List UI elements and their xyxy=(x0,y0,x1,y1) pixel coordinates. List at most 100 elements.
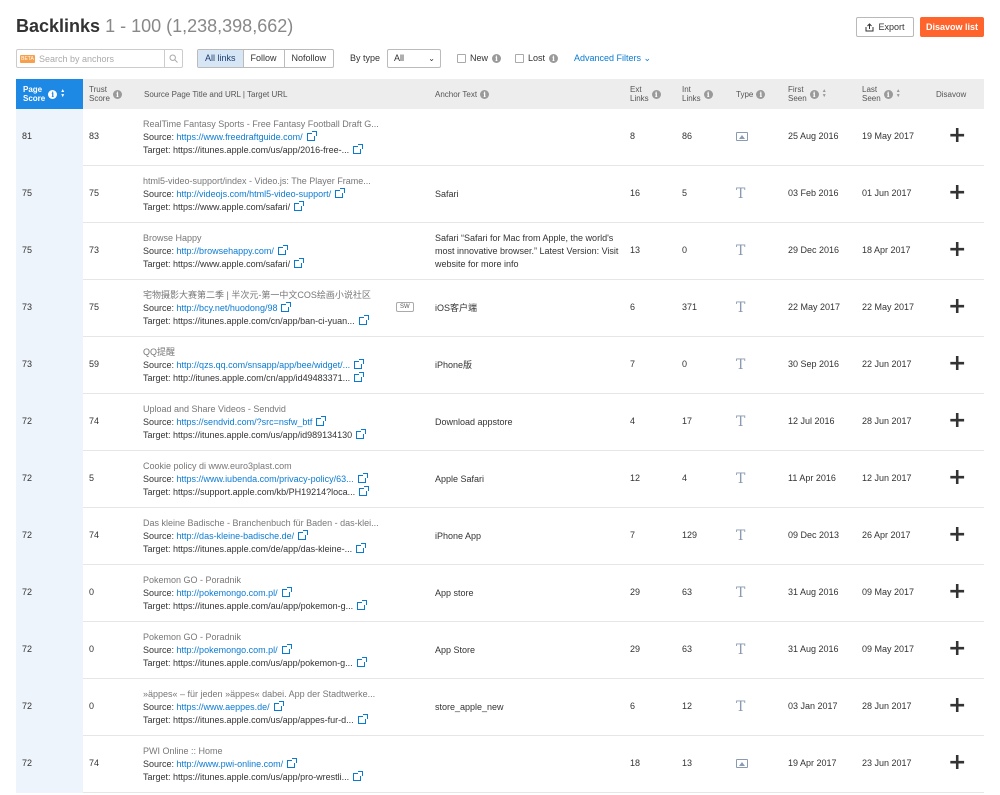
external-link-icon[interactable] xyxy=(277,245,288,255)
trust-score-value: 0 xyxy=(89,644,95,654)
source-url-link[interactable]: http://qzs.qq.com/snsapp/app/bee/widget/… xyxy=(177,360,351,370)
table-body: 81 83 RealTime Fantasy Sports - Free Fan… xyxy=(16,109,984,793)
target-line: Target: https://itunes.apple.com/cn/app/… xyxy=(143,315,393,328)
disavow-list-button[interactable]: Disavow list xyxy=(920,17,984,37)
external-link-icon[interactable] xyxy=(356,543,367,553)
source-url-link[interactable]: http://www.pwi-online.com/ xyxy=(177,759,284,769)
follow-button[interactable]: Follow xyxy=(244,50,285,67)
search-button[interactable] xyxy=(164,50,182,67)
external-link-icon[interactable] xyxy=(359,486,370,496)
column-anchor: Anchor Text i xyxy=(435,79,615,109)
external-link-icon[interactable] xyxy=(335,188,346,198)
disavow-add-button[interactable]: + xyxy=(948,524,966,546)
external-link-icon[interactable] xyxy=(356,657,367,667)
target-url: https://www.apple.com/safari/ xyxy=(173,259,291,269)
external-link-icon[interactable] xyxy=(357,714,368,724)
search-icon xyxy=(169,54,178,63)
external-link-icon[interactable] xyxy=(354,372,365,382)
new-filter[interactable]: New i xyxy=(457,53,502,63)
advanced-filters-link[interactable]: Advanced Filters ⌄ xyxy=(574,53,651,64)
source-url-link[interactable]: http://das-kleine-badische.de/ xyxy=(177,531,295,541)
column-first-seen[interactable]: First Seen i ▲ ▼ xyxy=(788,79,858,109)
source-url-link[interactable]: https://www.iubenda.com/privacy-policy/6… xyxy=(177,474,354,484)
source-url-link[interactable]: https://sendvid.com/?src=nsfw_btf xyxy=(177,417,313,427)
column-trust-score[interactable]: Trust Score i xyxy=(89,79,145,109)
sw-badge: SW xyxy=(396,302,414,312)
external-link-icon[interactable] xyxy=(281,644,292,654)
text-type-icon: T xyxy=(736,243,746,259)
nofollow-button[interactable]: Nofollow xyxy=(285,50,334,67)
page-score-value: 75 xyxy=(22,245,33,255)
external-link-icon[interactable] xyxy=(358,315,369,325)
source-url-link[interactable]: http://videojs.com/html5-video-support/ xyxy=(177,189,332,199)
source-url-link[interactable]: http://pokemongo.com.pl/ xyxy=(177,588,278,598)
info-icon: i xyxy=(112,89,122,99)
external-link-icon[interactable] xyxy=(354,359,365,369)
header: Backlinks 1 - 100 (1,238,398,662) Export… xyxy=(16,14,984,42)
external-link-icon[interactable] xyxy=(357,600,368,610)
disavow-add-button[interactable]: + xyxy=(948,296,966,318)
column-int-links[interactable]: Int Links i xyxy=(682,79,730,109)
disavow-add-button[interactable]: + xyxy=(948,752,966,774)
source-prefix: Source: xyxy=(143,759,175,769)
target-url: https://itunes.apple.com/us/app/pokemon-… xyxy=(173,658,353,668)
external-link-icon[interactable] xyxy=(353,144,364,154)
disavow-add-button[interactable]: + xyxy=(948,182,966,204)
page-score-value: 72 xyxy=(22,416,33,426)
external-link-icon[interactable] xyxy=(298,530,309,540)
source-url-link[interactable]: https://www.freedraftguide.com/ xyxy=(177,132,303,142)
disavow-add-button[interactable]: + xyxy=(948,467,966,489)
source-url-link[interactable]: http://pokemongo.com.pl/ xyxy=(177,645,278,655)
new-checkbox[interactable] xyxy=(457,53,466,63)
external-link-icon[interactable] xyxy=(287,758,298,768)
first-seen-value: 03 Feb 2016 xyxy=(788,188,839,198)
disavow-add-button[interactable]: + xyxy=(948,410,966,432)
external-link-icon[interactable] xyxy=(306,131,317,141)
trust-score-value: 73 xyxy=(89,245,100,255)
lost-filter[interactable]: Lost i xyxy=(515,53,559,63)
source-line: Source: http://www.pwi-online.com/ xyxy=(143,758,393,771)
lost-checkbox[interactable] xyxy=(515,53,524,63)
ext-links-value: 18 xyxy=(630,758,641,768)
beta-badge: BETA xyxy=(20,54,35,63)
source-url-link[interactable]: http://bcy.net/huodong/98 xyxy=(177,303,278,313)
disavow-add-button[interactable]: + xyxy=(948,638,966,660)
by-type-select[interactable]: All ⌄ xyxy=(387,49,441,68)
source-prefix: Source: xyxy=(143,588,175,598)
column-page-score[interactable]: Page Score i ▲ ▼ xyxy=(16,79,83,109)
export-button[interactable]: Export xyxy=(856,17,914,37)
source-url-link[interactable]: https://www.aeppes.de/ xyxy=(177,702,270,712)
disavow-add-button[interactable]: + xyxy=(948,353,966,375)
disavow-add-button[interactable]: + xyxy=(948,581,966,603)
external-link-icon[interactable] xyxy=(281,302,292,312)
chevron-down-icon: ⌄ xyxy=(428,54,435,63)
external-link-icon[interactable] xyxy=(357,473,368,483)
external-link-icon[interactable] xyxy=(273,701,284,711)
search-input[interactable] xyxy=(39,53,164,64)
text-type-icon: T xyxy=(736,357,746,373)
ext-links-value: 6 xyxy=(630,701,636,711)
source-cell: html5-video-support/index - Video.js: Th… xyxy=(143,175,393,214)
external-link-icon[interactable] xyxy=(294,258,305,268)
external-link-icon[interactable] xyxy=(356,429,367,439)
target-line: Target: https://itunes.apple.com/us/app/… xyxy=(143,771,393,784)
target-prefix: Target: xyxy=(143,202,171,212)
external-link-icon[interactable] xyxy=(294,201,305,211)
external-link-icon[interactable] xyxy=(316,416,327,426)
disavow-add-button[interactable]: + xyxy=(948,125,966,147)
column-ext-links[interactable]: Ext Links i xyxy=(630,79,678,109)
disavow-add-button[interactable]: + xyxy=(948,695,966,717)
page-score-value: 72 xyxy=(22,530,33,540)
page-score-value: 73 xyxy=(22,359,33,369)
ext-links-value: 6 xyxy=(630,302,636,312)
disavow-add-button[interactable]: + xyxy=(948,239,966,261)
last-seen-value: 01 Jun 2017 xyxy=(862,188,912,198)
source-url-link[interactable]: http://browsehappy.com/ xyxy=(177,246,274,256)
all-links-button[interactable]: All links xyxy=(198,50,244,67)
trust-score-value: 59 xyxy=(89,359,100,369)
anchor-text: iOS客户端 xyxy=(435,303,478,313)
external-link-icon[interactable] xyxy=(353,771,364,781)
lost-label: Lost xyxy=(528,53,546,63)
column-last-seen[interactable]: Last Seen i ▲ ▼ xyxy=(862,79,932,109)
external-link-icon[interactable] xyxy=(281,587,292,597)
